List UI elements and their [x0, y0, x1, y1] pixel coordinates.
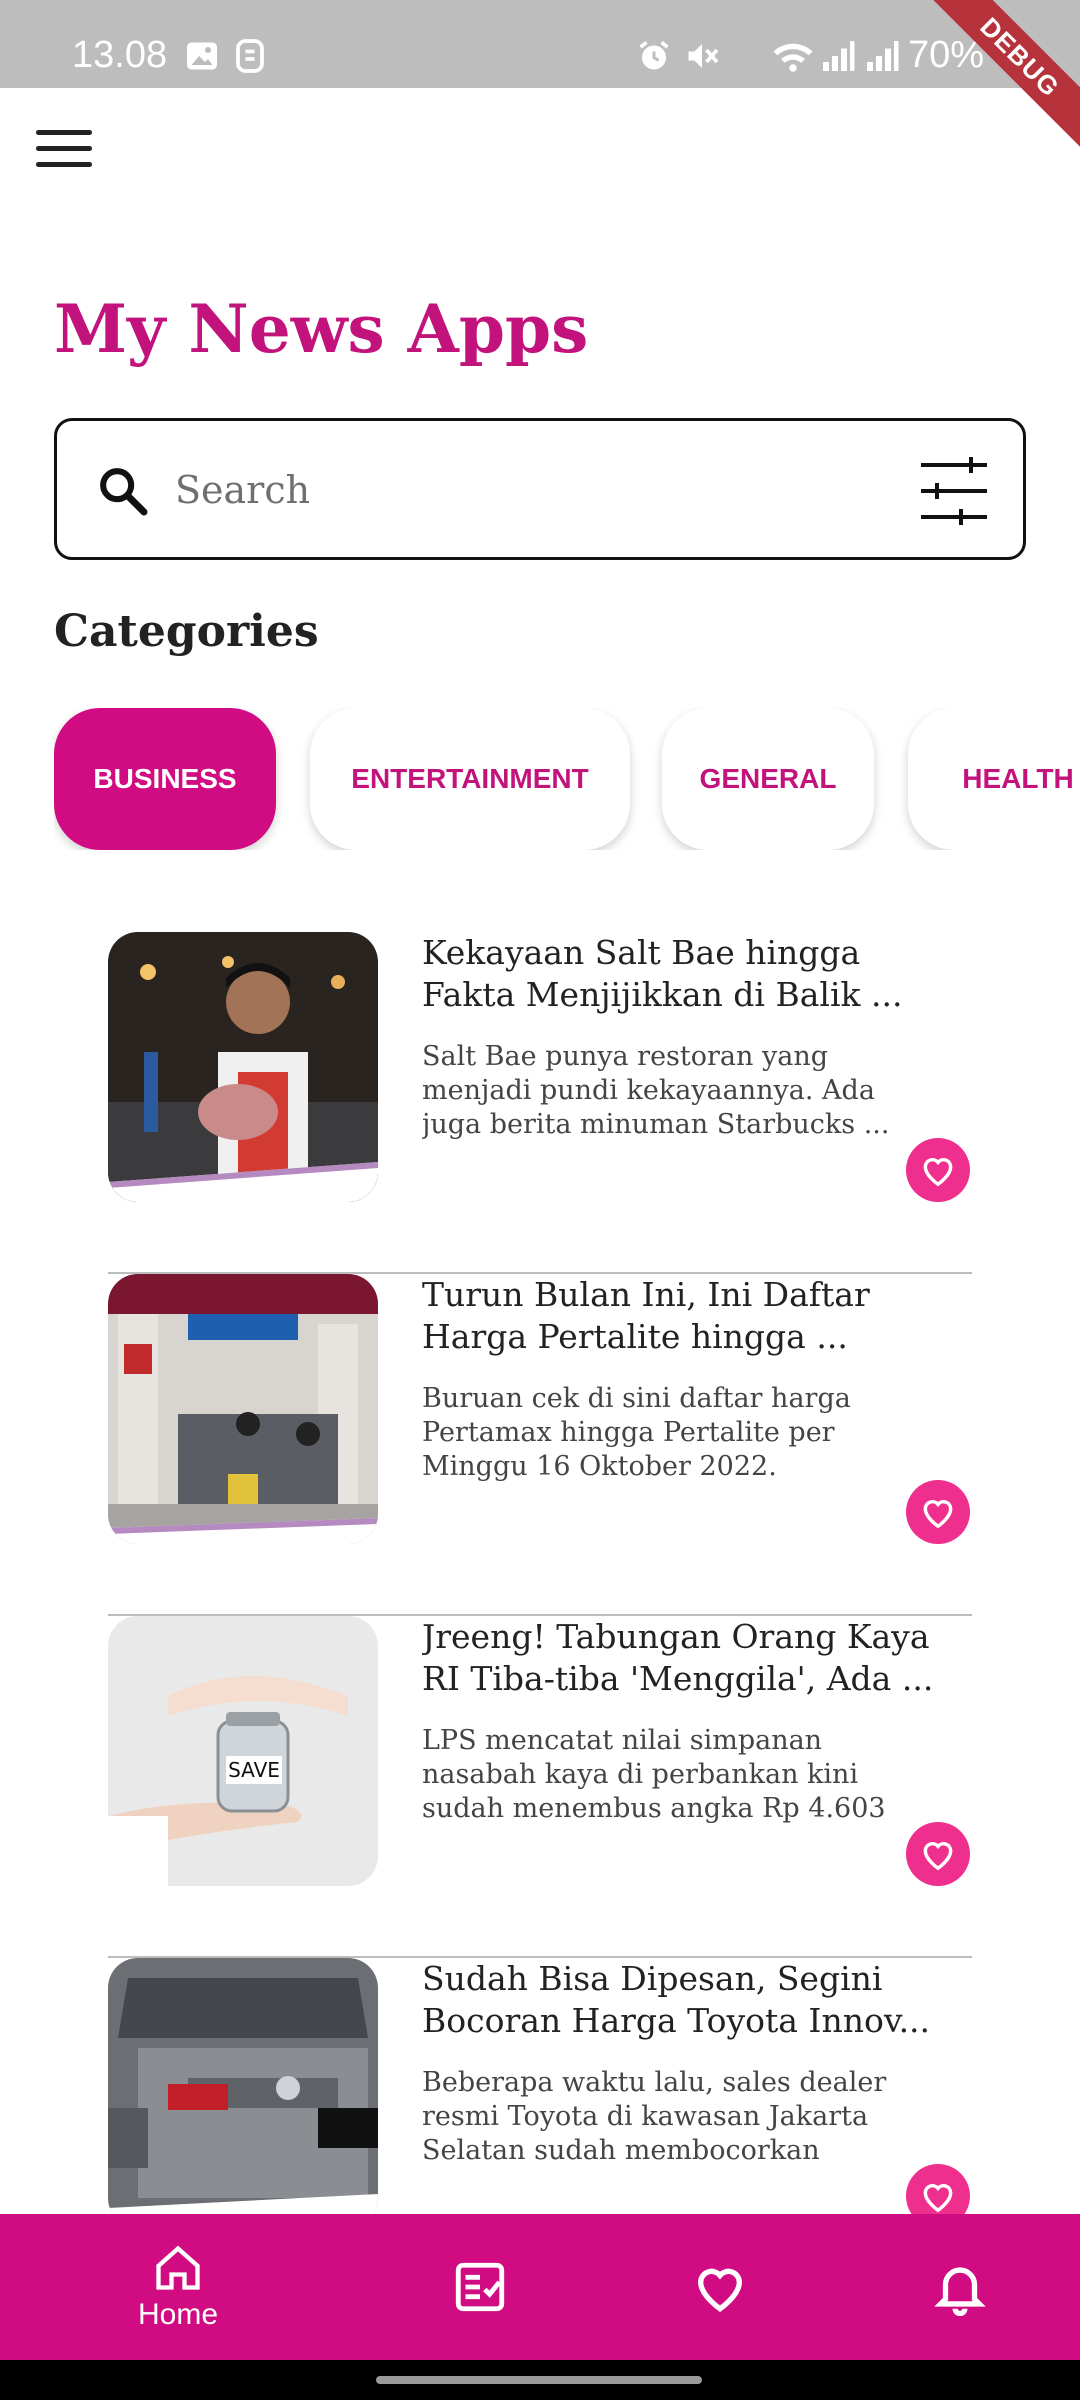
filter-icon[interactable] [919, 455, 989, 527]
news-item[interactable]: Turun Bulan Ini, Ini Daftar Harga Pertal… [108, 1274, 972, 1616]
news-title: Kekayaan Salt Bae hingga Fakta Menjijikk… [422, 933, 903, 1014]
signal-2-icon [867, 41, 899, 71]
home-icon [156, 2245, 200, 2290]
categories-title: Categories [54, 606, 319, 657]
category-chip-general[interactable]: GENERAL [662, 708, 874, 850]
nav-notifications[interactable] [880, 2214, 1040, 2360]
debug-banner: DEBUG [913, 0, 1080, 164]
heart-outline-icon [923, 1500, 953, 1529]
favorite-button[interactable] [906, 1480, 970, 1544]
category-chip-entertainment[interactable]: ENTERTAINMENT [310, 708, 630, 850]
menu-icon[interactable] [36, 130, 92, 174]
alarm-icon [639, 41, 669, 70]
signal-1-icon [823, 41, 855, 71]
bottom-navigation: Home [0, 2214, 1080, 2360]
news-description: LPS mencatat nilai simpanan nasabah kaya… [422, 1725, 886, 1824]
search-bar[interactable] [54, 418, 1026, 560]
nav-favorites[interactable] [640, 2214, 800, 2360]
system-gesture-bar [0, 2360, 1080, 2400]
status-time: 13.08 [72, 34, 168, 76]
news-thumbnail [108, 932, 378, 1202]
nav-home-label: Home [137, 2298, 219, 2331]
svg-text:SAVE: SAVE [228, 1758, 280, 1782]
heart-outline-icon [923, 1842, 953, 1871]
gesture-handle[interactable] [376, 2376, 702, 2384]
news-description: Beberapa waktu lalu, sales dealer resmi … [422, 2067, 887, 2166]
nav-home[interactable]: Home [98, 2214, 258, 2360]
page-title: My News Apps [54, 290, 589, 368]
search-icon [100, 468, 148, 516]
menu-line [36, 130, 92, 135]
news-thumbnail: SAVE [108, 1616, 378, 1886]
news-thumbnail [108, 1958, 378, 2228]
category-chip-health[interactable]: HEALTH [908, 708, 1080, 850]
menu-line [36, 146, 92, 151]
news-item[interactable]: SAVE Jreeng! Tabungan Orang Kaya RI Tiba… [108, 1616, 972, 1958]
status-bar: 13.08 70% DEBUG [0, 0, 1080, 164]
category-chip-business[interactable]: BUSINESS [54, 708, 276, 850]
battery-level: 70% [907, 34, 984, 76]
news-thumbnail [108, 1274, 378, 1544]
news-list-icon [455, 2262, 505, 2312]
news-title: Jreeng! Tabungan Orang Kaya RI Tiba-tiba… [422, 1617, 934, 1698]
category-chips: BUSINESS ENTERTAINMENT GENERAL HEALTH [54, 708, 1080, 850]
menu-line [36, 162, 92, 167]
news-description: Salt Bae punya restoran yang menjadi pun… [422, 1041, 890, 1140]
favorite-button[interactable] [906, 1822, 970, 1886]
nav-news-list[interactable] [400, 2214, 560, 2360]
favorite-button[interactable] [906, 1138, 970, 1202]
wifi-icon [773, 43, 813, 72]
news-title: Turun Bulan Ini, Ini Daftar Harga Pertal… [422, 1275, 870, 1356]
search-input[interactable] [175, 455, 815, 525]
heart-outline-icon [923, 2184, 953, 2213]
gallery-icon [187, 42, 217, 70]
sim-icon [236, 39, 264, 73]
mute-icon [688, 44, 719, 68]
news-item[interactable]: Kekayaan Salt Bae hingga Fakta Menjijikk… [108, 932, 972, 1274]
heart-outline-icon [923, 1158, 953, 1187]
bell-icon [934, 2267, 986, 2316]
heart-icon [698, 2268, 742, 2312]
news-title: Sudah Bisa Dipesan, Segini Bocoran Harga… [422, 1959, 931, 2040]
news-description: Buruan cek di sini daftar harga Pertamax… [422, 1383, 851, 1482]
